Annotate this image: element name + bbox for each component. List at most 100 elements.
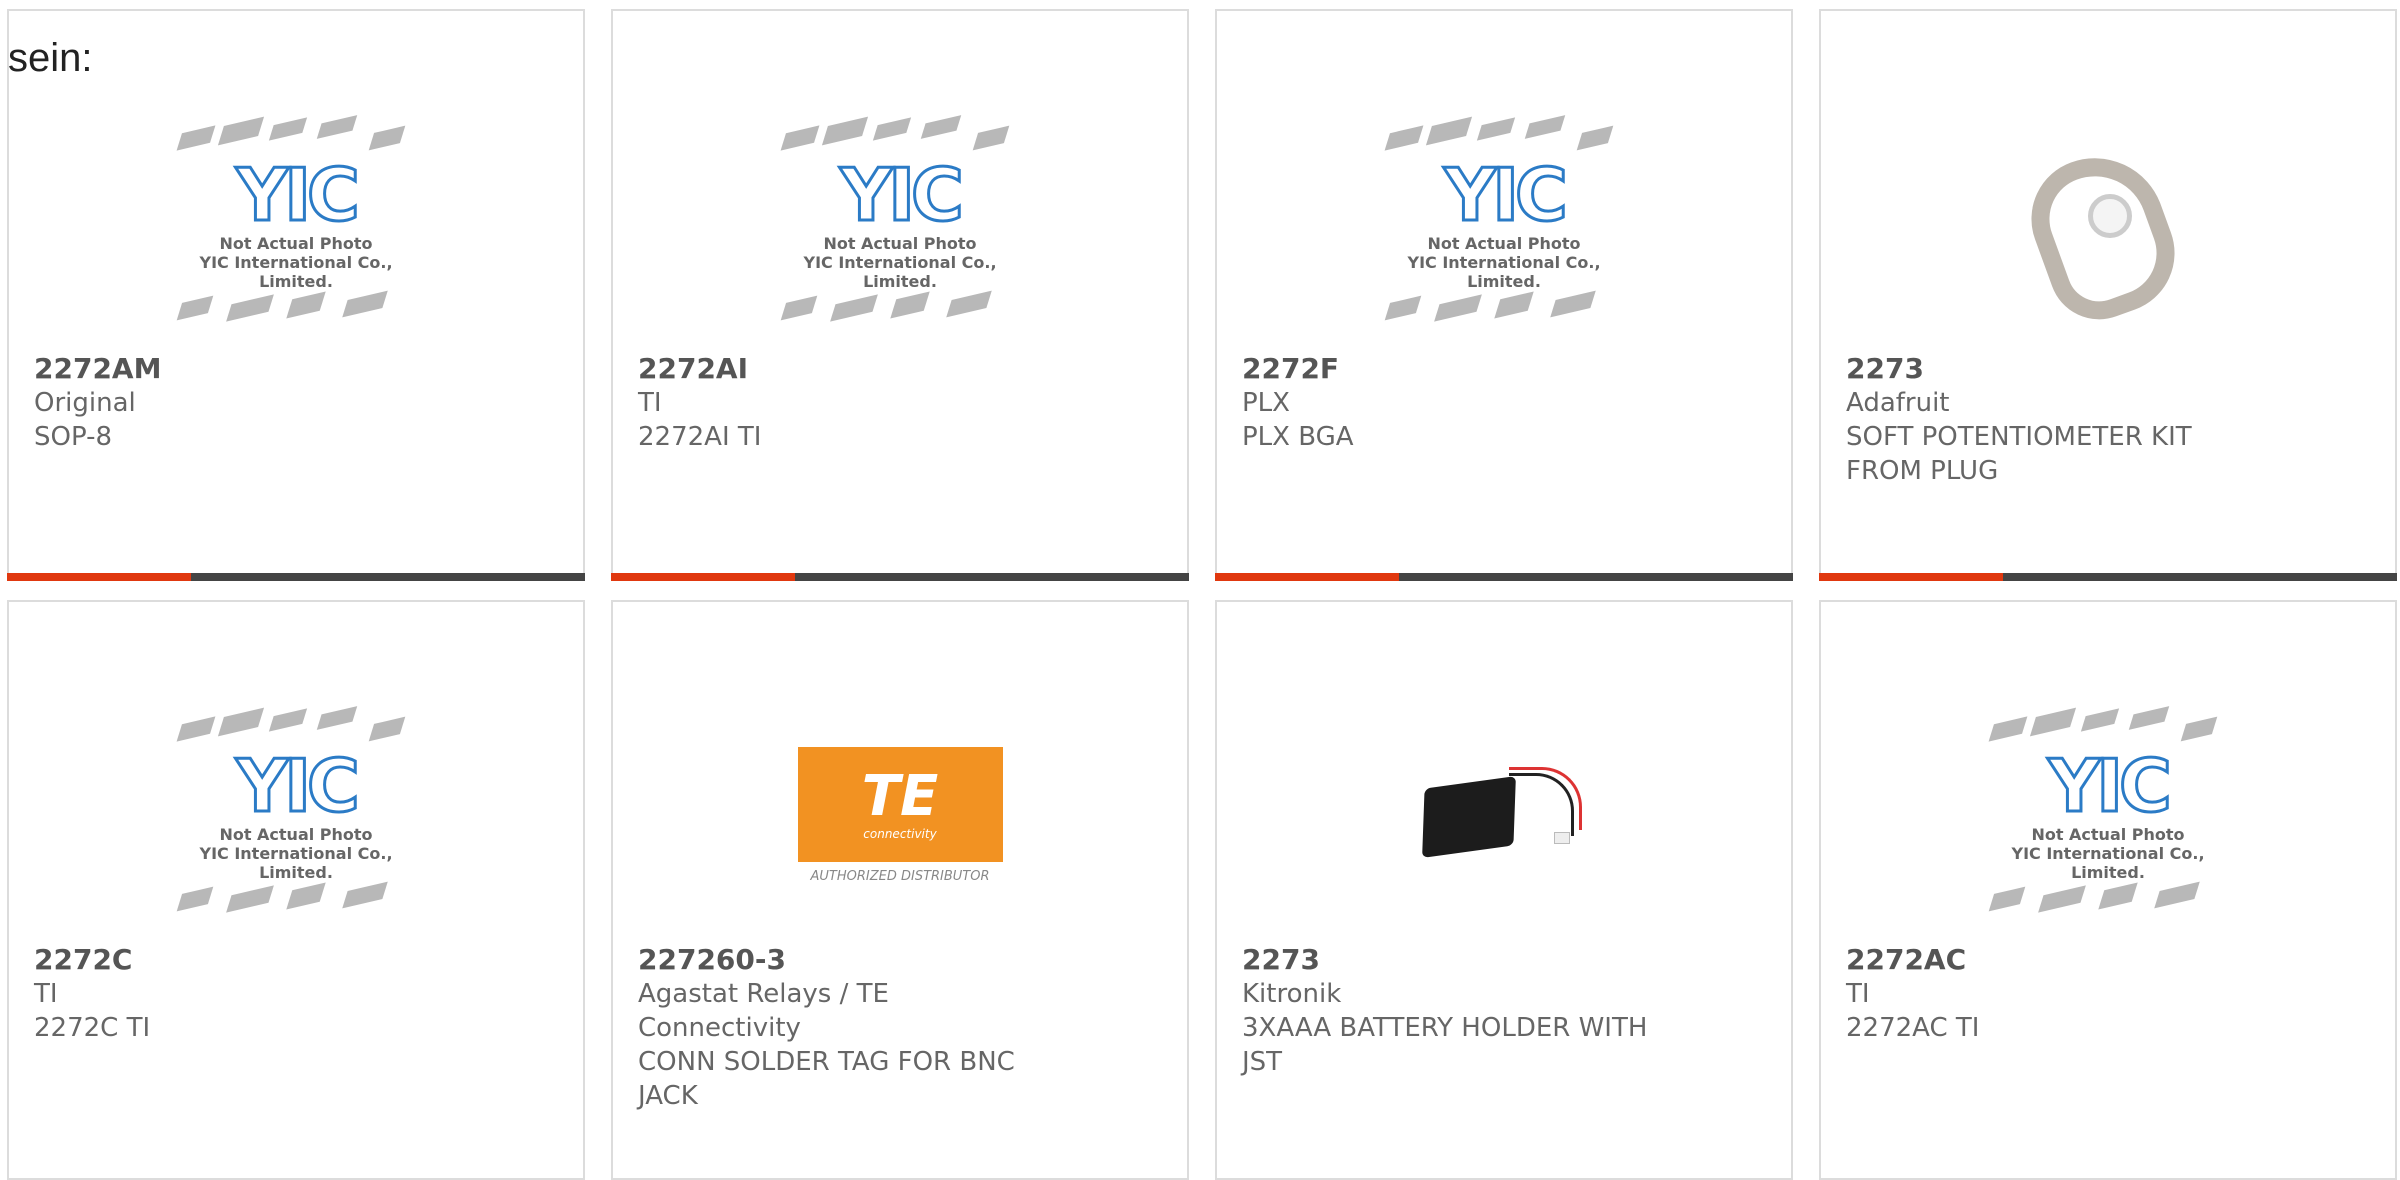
chip-icon	[780, 125, 820, 151]
description: 2272AI TI	[638, 422, 762, 452]
te-logo-text: TE	[861, 763, 939, 829]
description: CONN SOLDER TAG FOR BNC JACK	[638, 1047, 1015, 1111]
chip-icon	[2154, 881, 2200, 909]
product-card[interactable]: TE connectivity AUTHORIZED DISTRIBUTOR 2…	[611, 600, 1189, 1180]
chip-icon	[1384, 295, 1422, 321]
jst-plug	[1554, 832, 1570, 844]
manufacturer: Original	[34, 388, 136, 418]
product-card[interactable]: YIC Not Actual Photo YIC International C…	[7, 600, 585, 1180]
chip-icon	[872, 117, 912, 141]
product-card[interactable]: YIC Not Actual Photo YIC International C…	[611, 9, 1189, 581]
description: PLX BGA	[1242, 422, 1354, 452]
manufacturer: Agastat Relays / TE Connectivity	[638, 979, 889, 1043]
product-image[interactable]: YIC Not Actual Photo YIC International C…	[9, 101, 583, 351]
product-image[interactable]: TE connectivity AUTHORIZED DISTRIBUTOR	[613, 692, 1187, 942]
chip-icon	[176, 125, 216, 151]
manufacturer: PLX	[1242, 388, 1290, 418]
chip-icon	[2038, 885, 2086, 913]
chip-icon	[972, 125, 1010, 151]
product-card[interactable]: YIC Not Actual Photo YIC International C…	[7, 9, 585, 581]
product-grid: YIC Not Actual Photo YIC International C…	[0, 0, 2400, 1180]
chip-icon	[946, 290, 992, 318]
part-number[interactable]: 2273	[1846, 352, 2266, 386]
part-number[interactable]: 2273	[1242, 943, 1662, 977]
te-logo-sub: connectivity	[863, 826, 937, 841]
product-card[interactable]: 2273 Adafruit SOFT POTENTIOMETER KIT FRO…	[1819, 9, 2397, 581]
yic-placeholder-image: YIC Not Actual Photo YIC International C…	[161, 101, 431, 351]
chip-icon	[368, 125, 406, 151]
product-card[interactable]: 2273 Kitronik 3XAAA BATTERY HOLDER WITH …	[1215, 600, 1793, 1180]
chip-icon	[316, 115, 358, 139]
description: 2272AC TI	[1846, 1013, 1980, 1043]
part-number[interactable]: 227260-3	[638, 943, 1058, 977]
chip-icon	[1988, 886, 2026, 912]
placeholder-company: YIC International Co., Limited.	[2011, 844, 2205, 882]
chip-icon	[217, 707, 265, 737]
product-meta: 2272AC TI 2272AC TI	[1846, 943, 2266, 1045]
card-accent-bar	[1215, 573, 1793, 581]
yic-placeholder-image: YIC Not Actual Photo YIC International C…	[765, 101, 1035, 351]
product-meta: 2272C TI 2272C TI	[34, 943, 454, 1045]
yic-placeholder-image: YIC Not Actual Photo YIC International C…	[1973, 692, 2243, 942]
chip-icon	[1550, 290, 1596, 318]
yic-placeholder-image: YIC Not Actual Photo YIC International C…	[161, 692, 431, 942]
chip-icon	[780, 295, 818, 321]
product-meta: 2272AI TI 2272AI TI	[638, 352, 1058, 454]
part-number[interactable]: 2272C	[34, 943, 454, 977]
chip-icon	[1494, 291, 1534, 319]
chip-icon	[2098, 882, 2138, 910]
chip-icon	[226, 885, 274, 913]
part-number[interactable]: 2272AI	[638, 352, 1058, 386]
product-meta: 2272F PLX PLX BGA	[1242, 352, 1662, 454]
chip-icon	[176, 295, 214, 321]
chip-icon	[2180, 716, 2218, 742]
chip-icon	[1476, 117, 1516, 141]
yic-placeholder-image: YIC Not Actual Photo YIC International C…	[1369, 101, 1639, 351]
product-card[interactable]: YIC Not Actual Photo YIC International C…	[1215, 9, 1793, 581]
description: 3XAAA BATTERY HOLDER WITH JST	[1242, 1013, 1648, 1077]
card-accent-bar	[611, 573, 1189, 581]
chip-icon	[217, 116, 265, 146]
product-image[interactable]	[1217, 692, 1791, 942]
product-image[interactable]	[1821, 101, 2395, 351]
yic-logo: YIC	[1443, 153, 1570, 237]
chip-icon	[176, 716, 216, 742]
chip-icon	[2080, 708, 2120, 732]
chip-icon	[342, 290, 388, 318]
chip-icon	[286, 882, 326, 910]
product-image[interactable]: YIC Not Actual Photo YIC International C…	[9, 692, 583, 942]
yic-logo: YIC	[235, 744, 362, 828]
chip-icon	[286, 291, 326, 319]
card-accent-bar	[7, 573, 585, 581]
yic-logo: YIC	[839, 153, 966, 237]
accent-segment	[1819, 573, 2003, 581]
placeholder-caption: Not Actual Photo	[219, 825, 373, 844]
chip-icon	[1988, 716, 2028, 742]
placeholder-caption: Not Actual Photo	[219, 234, 373, 253]
part-number[interactable]: 2272AM	[34, 352, 454, 386]
product-image[interactable]: YIC Not Actual Photo YIC International C…	[1217, 101, 1791, 351]
page-label: sein:	[8, 36, 93, 80]
product-card[interactable]: YIC Not Actual Photo YIC International C…	[1819, 600, 2397, 1180]
product-meta: 2272AM Original SOP-8	[34, 352, 454, 454]
chip-icon	[316, 706, 358, 730]
chip-icon	[1425, 116, 1473, 146]
part-number[interactable]: 2272AC	[1846, 943, 2266, 977]
chip-icon	[1524, 115, 1566, 139]
manufacturer: TI	[34, 979, 58, 1009]
description: SOP-8	[34, 422, 112, 452]
chip-icon	[920, 115, 962, 139]
product-image[interactable]: YIC Not Actual Photo YIC International C…	[613, 101, 1187, 351]
placeholder-caption: Not Actual Photo	[2031, 825, 2185, 844]
chip-icon	[342, 881, 388, 909]
chip-icon	[821, 116, 869, 146]
chip-icon	[1434, 294, 1482, 322]
ring-terminal	[2088, 194, 2132, 238]
part-number[interactable]: 2272F	[1242, 352, 1662, 386]
te-logo-box: TE connectivity	[797, 747, 1003, 862]
yic-logo: YIC	[235, 153, 362, 237]
manufacturer: TI	[1846, 979, 1870, 1009]
chip-icon	[268, 117, 308, 141]
product-image[interactable]: YIC Not Actual Photo YIC International C…	[1821, 692, 2395, 942]
card-accent-bar	[1819, 573, 2397, 581]
